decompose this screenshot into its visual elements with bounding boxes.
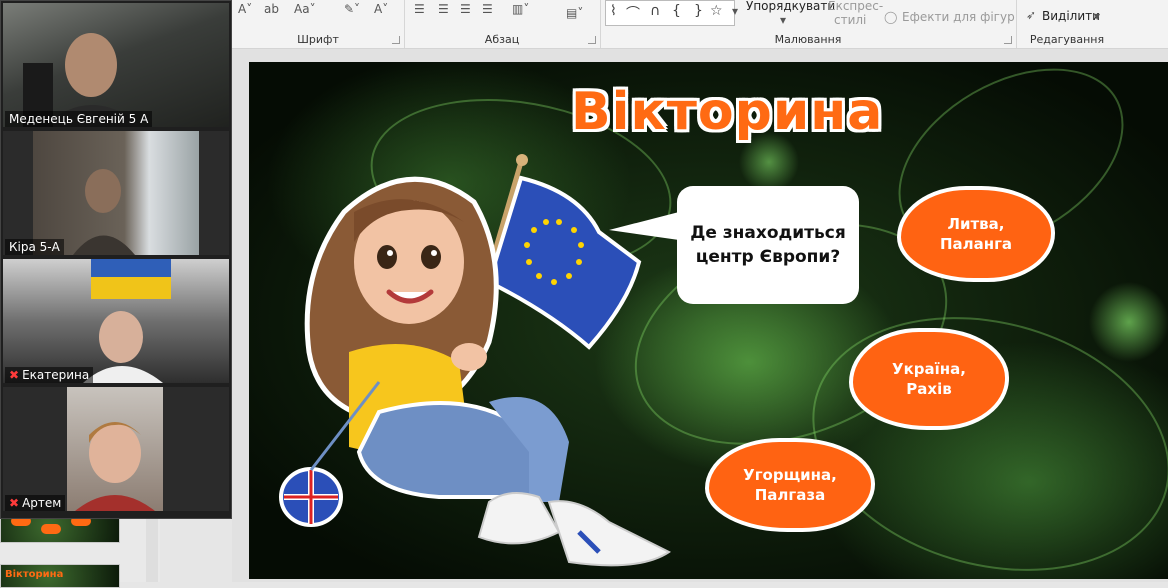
person-silhouette-icon (75, 422, 155, 511)
video-participants-panel[interactable]: Меденець Євгеній 5 А Кіра 5-А ✖ Екатерина (0, 0, 232, 519)
drawing-group: ⌇ ⌒ ∩ { } ☆ ▾ Упорядкувати ▾ Експрес- ст… (600, 0, 1017, 48)
smartart-icon[interactable]: ▤˅ (566, 6, 583, 20)
answer-1-text: Литва, Паланга (940, 214, 1012, 254)
question-text: Де знаходиться центр Європи? (688, 221, 848, 269)
paragraph-group-label: Абзац (484, 33, 520, 46)
shapes-gallery[interactable]: ⌇ ⌒ ∩ { } ☆ (605, 0, 735, 26)
select-cursor-icon: ➶ (1026, 8, 1037, 22)
answer-3-line1: Угорщина, (743, 466, 837, 484)
select-chevron-icon: ▾ (1094, 9, 1101, 23)
participant-name-3: ✖ Екатерина (5, 367, 94, 383)
slide-title[interactable]: Вікторина (571, 82, 883, 142)
muted-mic-icon: ✖ (9, 496, 20, 510)
participant-name-4: ✖ Артем (5, 495, 66, 511)
font-color-icon[interactable]: A˅ (374, 2, 388, 16)
answer-cloud-2[interactable]: Україна, Рахів (849, 328, 1009, 430)
person-silhouette-icon (73, 169, 135, 255)
shapes-more-icon[interactable]: ▾ (732, 4, 738, 18)
curve-shape-icon[interactable]: ∩ (650, 3, 660, 19)
arrange-chevron-icon: ▾ (780, 13, 787, 27)
arrange-button[interactable]: Упорядкувати (746, 0, 835, 13)
quick-styles-line2[interactable]: стилі (834, 13, 866, 27)
participant-name-1: Меденець Євгеній 5 А (5, 111, 153, 127)
font-group: A˅ ab Aa˅ ✎˅ A˅ Шрифт (232, 0, 405, 48)
participant-video (33, 131, 199, 255)
answer-2-line1: Україна, (892, 360, 966, 378)
select-button[interactable]: Виділити (1042, 9, 1100, 23)
editing-group: ➶ Виділити ▾ Редагування (1016, 0, 1118, 48)
answer-3-text: Угорщина, Палгаза (743, 465, 837, 505)
participant-name-2: Кіра 5-А (5, 239, 64, 255)
char-spacing-icon[interactable]: ab (264, 2, 279, 16)
answer-2-text: Україна, Рахів (892, 359, 966, 399)
star-shape-icon[interactable]: ☆ (710, 3, 723, 19)
person-silhouette-icon (23, 33, 143, 127)
participant-tile-1[interactable]: Меденець Євгеній 5 А (3, 3, 229, 127)
freeform-shape-icon[interactable]: ⌇ (610, 3, 617, 19)
answer-3-line2: Палгаза (754, 486, 826, 504)
participant-video (67, 387, 163, 511)
answer-2-line2: Рахів (906, 380, 952, 398)
arc-shape-icon[interactable]: ⌒ (626, 3, 640, 23)
question-bubble[interactable]: Де знаходиться центр Європи? (677, 186, 859, 304)
slide-thumbnail-next[interactable]: Вікторина (0, 564, 120, 588)
font-group-label: Шрифт (297, 33, 339, 46)
speech-bubble-tail (609, 212, 679, 240)
answer-cloud-3[interactable]: Угорщина, Палгаза (705, 438, 875, 532)
thumbnail-title: Вікторина (5, 569, 64, 580)
participant-tile-4[interactable]: ✖ Артем (3, 387, 229, 511)
paragraph-group: ☰ ☰ ☰ ☰ ▥˅ ▤˅ Абзац (404, 0, 601, 48)
question-line2: центр Європи? (695, 247, 841, 267)
participant-video (3, 259, 229, 383)
right-brace-icon[interactable]: } (694, 3, 703, 19)
thumbnail-blob (41, 524, 61, 534)
answer-1-line1: Литва, (947, 215, 1005, 233)
font-dialog-launcher-icon[interactable] (392, 36, 400, 44)
font-size-decrease-icon[interactable]: A˅ (238, 2, 252, 16)
change-case-icon[interactable]: Aa˅ (294, 2, 316, 16)
align-left-icon[interactable]: ☰ (414, 2, 425, 16)
muted-mic-icon: ✖ (9, 368, 20, 382)
participant-name-3-text: Екатерина (22, 368, 90, 382)
answer-1-line2: Паланга (939, 235, 1013, 253)
highlight-icon[interactable]: ✎˅ (344, 2, 360, 16)
align-right-icon[interactable]: ☰ (460, 2, 471, 16)
drawing-dialog-launcher-icon[interactable] (1004, 36, 1012, 44)
shape-effects-button[interactable]: Ефекти для фігур (902, 10, 1015, 24)
question-line1: Де знаходиться (690, 223, 846, 243)
participant-video (3, 3, 229, 127)
slide-canvas[interactable]: Вікторина Де знаходиться центр Європи? Л… (249, 62, 1168, 579)
participant-tile-2[interactable]: Кіра 5-А (3, 131, 229, 255)
answer-cloud-1[interactable]: Литва, Паланга (897, 186, 1055, 282)
participant-name-4-text: Артем (22, 496, 62, 510)
quick-styles-line1[interactable]: Експрес- (828, 0, 883, 13)
columns-icon[interactable]: ▥˅ (512, 2, 529, 16)
justify-icon[interactable]: ☰ (482, 2, 493, 16)
editing-group-label: Редагування (1029, 33, 1105, 46)
left-brace-icon[interactable]: { (672, 3, 681, 19)
shape-effects-icon: ◯ (884, 10, 898, 24)
align-center-icon[interactable]: ☰ (438, 2, 449, 16)
participant-tile-3[interactable]: ✖ Екатерина (3, 259, 229, 383)
person-silhouette-icon (83, 259, 171, 383)
paragraph-dialog-launcher-icon[interactable] (588, 36, 596, 44)
drawing-group-label: Малювання (774, 33, 842, 46)
